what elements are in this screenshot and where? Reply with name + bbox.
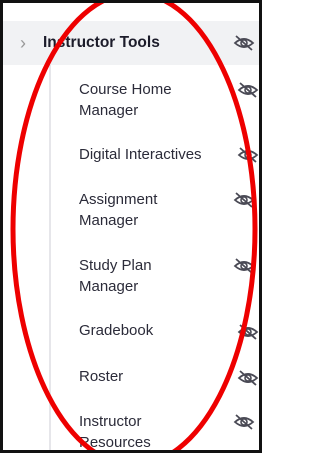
eye-off-icon[interactable] xyxy=(233,413,255,431)
menu-item-roster[interactable]: Roster xyxy=(79,366,255,387)
screenshot-frame: › Instructor Tools Course Home Manager D… xyxy=(0,0,262,453)
menu-item-label: Digital Interactives xyxy=(79,146,202,163)
menu-item-assignment-manager[interactable]: Assignment Manager xyxy=(79,189,255,231)
section-title: Instructor Tools xyxy=(43,34,160,51)
menu-item-label: Study Plan Manager xyxy=(79,257,152,295)
eye-off-icon[interactable] xyxy=(237,369,259,387)
eye-off-icon[interactable] xyxy=(237,81,259,99)
eye-off-icon[interactable] xyxy=(233,34,255,52)
tree-indent-line xyxy=(49,65,51,450)
eye-off-icon[interactable] xyxy=(237,146,259,164)
menu-item-course-home-manager[interactable]: Course Home Manager xyxy=(79,79,255,121)
menu-item-instructor-resources[interactable]: Instructor Resources xyxy=(79,411,255,451)
eye-off-icon[interactable] xyxy=(237,323,259,341)
menu-item-label: Assignment Manager xyxy=(79,191,158,229)
menu-item-label: Course Home Manager xyxy=(79,81,172,119)
menu-item-label: Instructor Resources xyxy=(79,413,151,451)
menu-item-study-plan-manager[interactable]: Study Plan Manager xyxy=(79,255,255,297)
menu-item-label: Gradebook xyxy=(79,322,154,339)
menu-item-digital-interactives[interactable]: Digital Interactives xyxy=(79,144,255,165)
menu-item-gradebook[interactable]: Gradebook xyxy=(79,320,255,341)
chevron-right-icon[interactable]: › xyxy=(13,33,33,53)
instructor-tools-panel: › Instructor Tools Course Home Manager D… xyxy=(3,3,259,451)
instructor-tools-header[interactable]: › Instructor Tools xyxy=(3,21,259,65)
eye-off-icon[interactable] xyxy=(233,257,255,275)
eye-off-icon[interactable] xyxy=(233,191,255,209)
menu-item-label: Roster xyxy=(79,368,124,385)
